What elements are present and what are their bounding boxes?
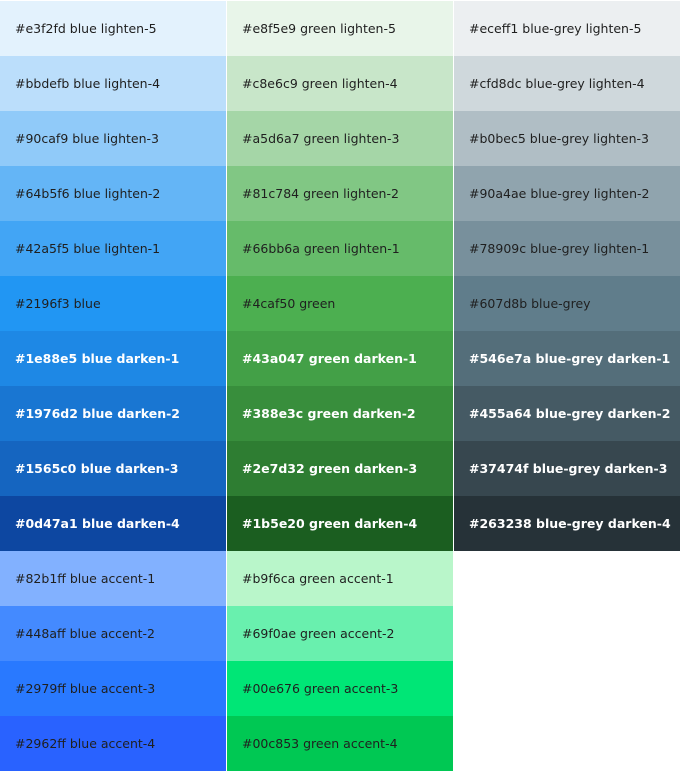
swatch-label: #263238 blue-grey darken-4	[469, 516, 671, 531]
swatch-label: #2e7d32 green darken-3	[242, 461, 418, 476]
swatch-label: #607d8b blue-grey	[469, 296, 591, 311]
color-swatch: #a5d6a7 green lighten-3	[227, 111, 453, 166]
swatch-label: #1b5e20 green darken-4	[242, 516, 418, 531]
swatch-label: #1e88e5 blue darken-1	[15, 351, 180, 366]
swatch-label: #64b5f6 blue lighten-2	[15, 186, 161, 201]
color-palette: #e3f2fd blue lighten-5 #bbdefb blue light…	[0, 0, 697, 771]
blue-column: #e3f2fd blue lighten-5 #bbdefb blue light…	[0, 1, 226, 771]
swatch-label: #00e676 green accent-3	[242, 681, 399, 696]
color-swatch: #607d8b blue-grey	[454, 276, 680, 331]
color-swatch: #2962ff blue accent-4	[0, 716, 226, 771]
color-swatch: #1b5e20 green darken-4	[227, 496, 453, 551]
swatch-label: #42a5f5 blue lighten-1	[15, 241, 161, 256]
swatch-label: #4caf50 green	[242, 296, 336, 311]
swatch-label: #e8f5e9 green lighten-5	[242, 21, 396, 36]
color-swatch: #2979ff blue accent-3	[0, 661, 226, 716]
color-swatch: #00e676 green accent-3	[227, 661, 453, 716]
color-swatch: #448aff blue accent-2	[0, 606, 226, 661]
swatch-label: #2979ff blue accent-3	[15, 681, 156, 696]
swatch-label: #43a047 green darken-1	[242, 351, 417, 366]
color-swatch: #546e7a blue-grey darken-1	[454, 331, 680, 386]
swatch-label: #448aff blue accent-2	[15, 626, 155, 641]
color-swatch: #b9f6ca green accent-1	[227, 551, 453, 606]
swatch-label: #0d47a1 blue darken-4	[15, 516, 180, 531]
swatch-label: #78909c blue-grey lighten-1	[469, 241, 650, 256]
swatch-label: #546e7a blue-grey darken-1	[469, 351, 671, 366]
color-swatch: #90a4ae blue-grey lighten-2	[454, 166, 680, 221]
green-column: #e8f5e9 green lighten-5 #c8e6c9 green lig…	[227, 1, 453, 771]
color-swatch: #4caf50 green	[227, 276, 453, 331]
color-swatch: #00c853 green accent-4	[227, 716, 453, 771]
color-swatch: #0d47a1 blue darken-4	[0, 496, 226, 551]
color-swatch: #bbdefb blue lighten-4	[0, 56, 226, 111]
color-swatch: #c8e6c9 green lighten-4	[227, 56, 453, 111]
swatch-label: #cfd8dc blue-grey lighten-4	[469, 76, 645, 91]
swatch-label: #e3f2fd blue lighten-5	[15, 21, 157, 36]
color-swatch: #37474f blue-grey darken-3	[454, 441, 680, 496]
swatch-label: #66bb6a green lighten-1	[242, 241, 400, 256]
color-swatch: #66bb6a green lighten-1	[227, 221, 453, 276]
swatch-label: #455a64 blue-grey darken-2	[469, 406, 671, 421]
color-swatch: #e3f2fd blue lighten-5	[0, 1, 226, 56]
swatch-label: #90a4ae blue-grey lighten-2	[469, 186, 650, 201]
color-swatch: #78909c blue-grey lighten-1	[454, 221, 680, 276]
color-swatch: #42a5f5 blue lighten-1	[0, 221, 226, 276]
color-swatch: #81c784 green lighten-2	[227, 166, 453, 221]
swatch-label: #eceff1 blue-grey lighten-5	[469, 21, 642, 36]
swatch-label: #2196f3 blue	[15, 296, 101, 311]
color-swatch: #64b5f6 blue lighten-2	[0, 166, 226, 221]
color-swatch: #90caf9 blue lighten-3	[0, 111, 226, 166]
swatch-label: #b9f6ca green accent-1	[242, 571, 394, 586]
color-swatch: #e8f5e9 green lighten-5	[227, 1, 453, 56]
color-swatch: #eceff1 blue-grey lighten-5	[454, 1, 680, 56]
color-swatch: #82b1ff blue accent-1	[0, 551, 226, 606]
color-swatch: #1976d2 blue darken-2	[0, 386, 226, 441]
color-swatch: #b0bec5 blue-grey lighten-3	[454, 111, 680, 166]
color-swatch: #263238 blue-grey darken-4	[454, 496, 680, 551]
swatch-label: #c8e6c9 green lighten-4	[242, 76, 398, 91]
swatch-label: #69f0ae green accent-2	[242, 626, 395, 641]
color-swatch: #2e7d32 green darken-3	[227, 441, 453, 496]
swatch-label: #1565c0 blue darken-3	[15, 461, 179, 476]
color-swatch: #43a047 green darken-1	[227, 331, 453, 386]
swatch-label: #388e3c green darken-2	[242, 406, 416, 421]
swatch-label: #90caf9 blue lighten-3	[15, 131, 160, 146]
color-swatch: #cfd8dc blue-grey lighten-4	[454, 56, 680, 111]
swatch-label: #b0bec5 blue-grey lighten-3	[469, 131, 649, 146]
swatch-label: #a5d6a7 green lighten-3	[242, 131, 400, 146]
color-swatch: #2196f3 blue	[0, 276, 226, 331]
swatch-label: #1976d2 blue darken-2	[15, 406, 181, 421]
color-swatch: #69f0ae green accent-2	[227, 606, 453, 661]
swatch-label: #00c853 green accent-4	[242, 736, 398, 751]
swatch-label: #bbdefb blue lighten-4	[15, 76, 161, 91]
blue-grey-column: #eceff1 blue-grey lighten-5 #cfd8dc blue-…	[454, 1, 680, 551]
color-swatch: #1565c0 blue darken-3	[0, 441, 226, 496]
swatch-label: #37474f blue-grey darken-3	[469, 461, 668, 476]
color-swatch: #388e3c green darken-2	[227, 386, 453, 441]
color-swatch: #1e88e5 blue darken-1	[0, 331, 226, 386]
swatch-label: #82b1ff blue accent-1	[15, 571, 156, 586]
swatch-label: #2962ff blue accent-4	[15, 736, 156, 751]
swatch-label: #81c784 green lighten-2	[242, 186, 399, 201]
color-swatch: #455a64 blue-grey darken-2	[454, 386, 680, 441]
